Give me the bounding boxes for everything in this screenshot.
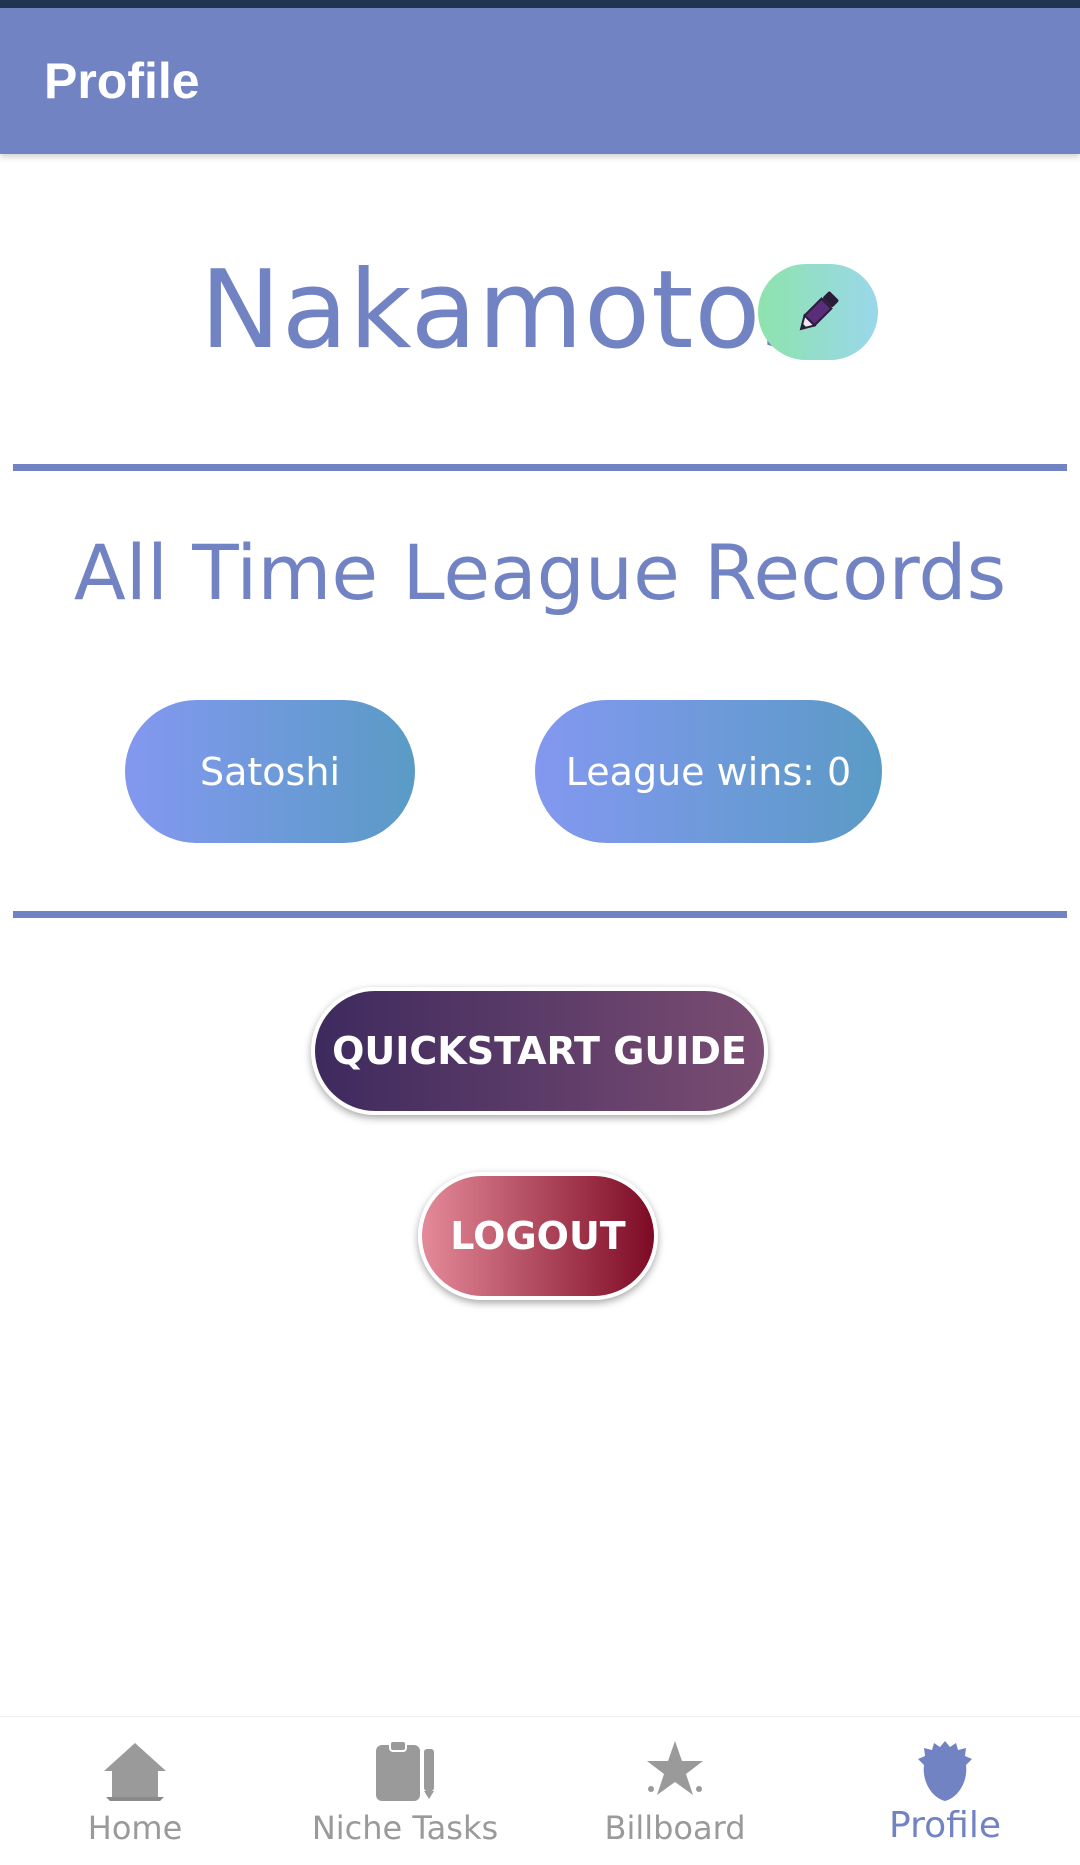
team-name: Nakamotos [200,248,819,373]
player-name-pill: Satoshi [125,700,415,843]
nav-item-billboard[interactable]: Billboard [540,1717,810,1865]
nav-item-niche-tasks[interactable]: Niche Tasks [270,1717,540,1865]
nav-item-profile[interactable]: Profile [810,1717,1080,1865]
clipboard-icon [376,1740,434,1801]
section-title: All Time League Records [73,528,1007,617]
page-title: Profile [44,53,200,109]
profile-icon [918,1741,972,1801]
bottom-nav: Home Niche Tasks Billboard Profile [0,1716,1080,1864]
nav-label-billboard: Billboard [604,1809,746,1847]
nav-label-profile: Profile [889,1805,1001,1846]
nav-label-home: Home [87,1809,183,1847]
nav-label-niche-tasks: Niche Tasks [311,1809,499,1847]
app-bar: Profile [0,8,1080,154]
logout-button[interactable]: LOGOUT [418,1172,658,1300]
edit-team-name-button[interactable] [758,264,878,360]
quickstart-guide-button[interactable]: QUICKSTART GUIDE [311,987,768,1115]
home-icon [104,1743,166,1801]
divider-bottom [13,911,1067,918]
star-icon [647,1741,703,1795]
divider-top [13,464,1067,471]
league-wins-pill: League wins: 0 [535,700,882,843]
status-strip [0,0,1080,8]
nav-item-home[interactable]: Home [0,1717,270,1865]
pencil-icon [799,291,839,331]
